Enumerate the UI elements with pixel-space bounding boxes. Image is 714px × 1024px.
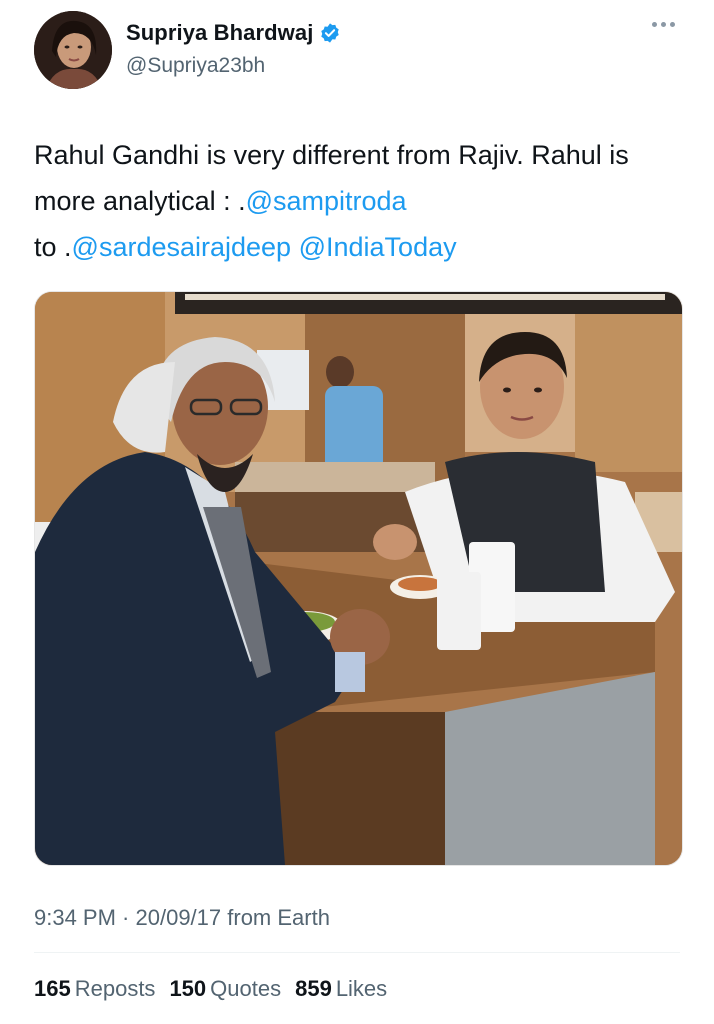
author-name-row[interactable]: Supriya Bhardwaj (126, 20, 341, 46)
divider (34, 952, 680, 953)
author-display-name[interactable]: Supriya Bhardwaj (126, 20, 313, 46)
engagement-stats: 165 Reposts 150 Quotes 859 Likes (34, 976, 387, 1002)
author-handle[interactable]: @Supriya23bh (126, 54, 265, 78)
reposts-count: 165 (34, 976, 71, 1001)
date-text: 20/09/17 (135, 905, 222, 930)
mention-link-sampitroda[interactable]: @sampitroda (246, 186, 407, 216)
tweet-text: Rahul Gandhi is very different from Raji… (34, 132, 684, 270)
quotes-label: Quotes (210, 976, 282, 1001)
tweet-text-part (291, 232, 299, 262)
likes-label: Likes (335, 976, 388, 1001)
avatar[interactable] (34, 11, 112, 89)
tweet-text-part: to . (34, 232, 72, 262)
reposts-stat[interactable]: 165 Reposts (34, 976, 155, 1002)
avatar-image (34, 11, 112, 89)
likes-stat[interactable]: 859 Likes (295, 976, 387, 1002)
mention-link-indiatoday[interactable]: @IndiaToday (299, 232, 457, 262)
source-text: from Earth (221, 905, 330, 930)
time-text: 9:34 PM (34, 905, 116, 930)
quotes-count: 150 (169, 976, 207, 1001)
mention-link-sardesairajdeep[interactable]: @sardesairajdeep (72, 232, 292, 262)
verified-badge-icon (321, 23, 340, 43)
more-options-icon[interactable] (652, 22, 675, 27)
likes-count: 859 (295, 976, 332, 1001)
photo-image (35, 292, 682, 865)
quotes-stat[interactable]: 150 Quotes (169, 976, 281, 1002)
meta-separator: · (115, 905, 136, 930)
tweet-timestamp[interactable]: 9:34 PM · 20/09/17 from Earth (34, 905, 330, 931)
tweet-photo[interactable] (34, 291, 683, 866)
reposts-label: Reposts (74, 976, 156, 1001)
